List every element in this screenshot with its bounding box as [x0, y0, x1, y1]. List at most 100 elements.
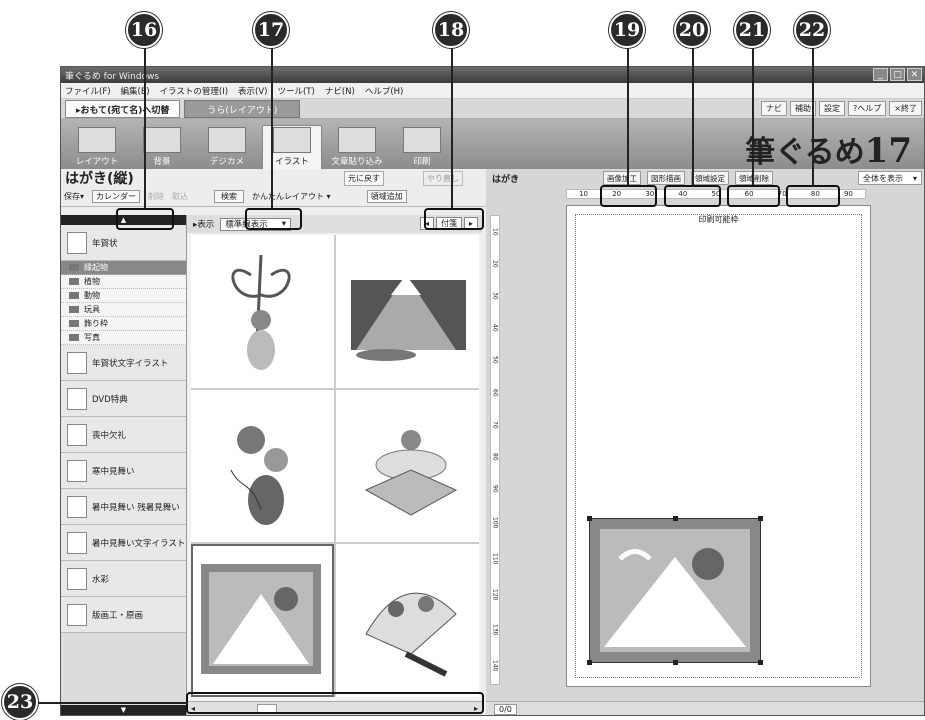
- subcategory-item[interactable]: 縁起物: [61, 261, 186, 275]
- add-region-button[interactable]: 領域追加: [366, 190, 407, 203]
- ribbon-layout[interactable]: レイアウト: [67, 125, 127, 169]
- subcategory-label: 動物: [84, 291, 100, 300]
- menu-illust[interactable]: イラストの管理(I): [160, 85, 228, 97]
- category-icon: [67, 423, 87, 446]
- easy-layout-button[interactable]: かんたんレイアウト ▾: [252, 191, 331, 202]
- card-type-title: はがき(縦): [65, 171, 134, 187]
- subcategory-item[interactable]: 玩具: [61, 303, 186, 317]
- highlight-calendar: [116, 208, 174, 230]
- import-button[interactable]: 取込: [172, 191, 188, 202]
- thumbnail-fuji-selected[interactable]: [191, 544, 334, 697]
- callout-23: 23: [2, 684, 38, 720]
- shape-draw-button[interactable]: 図形描画: [647, 171, 685, 185]
- vertical-ruler: 10 20 30 40 50 60 70 80 90 100 110 120 1…: [490, 215, 500, 685]
- thumbnail-kagami[interactable]: [336, 389, 479, 543]
- scroll-down-arrow[interactable]: ▼: [61, 705, 186, 715]
- category-item[interactable]: 喪中欠礼: [61, 417, 186, 453]
- menu-help[interactable]: ヘルプ(H): [365, 85, 404, 97]
- thumbnail-fuji-sunset[interactable]: [336, 235, 479, 388]
- navi-button[interactable]: ナビ: [761, 101, 788, 116]
- thumbnail-ornament[interactable]: [191, 235, 334, 388]
- status-bar: 0/0: [486, 701, 924, 715]
- ribbon-print[interactable]: 印刷: [392, 125, 452, 169]
- subcategory-item[interactable]: 写真: [61, 331, 186, 345]
- folder-icon: [69, 264, 79, 271]
- resize-handle[interactable]: [673, 660, 678, 665]
- logo-text: 筆ぐるめ: [745, 135, 865, 170]
- category-nengajo[interactable]: 年賀状: [61, 225, 186, 261]
- resize-handle[interactable]: [587, 660, 592, 665]
- subcategory-label: 飾り枠: [84, 319, 108, 328]
- highlight-image-edit: [600, 185, 657, 207]
- callout-leader: [752, 48, 754, 185]
- settings-button[interactable]: 設定: [819, 101, 846, 116]
- callout-leader: [812, 48, 814, 185]
- category-item[interactable]: 暑中見舞い文字イラスト: [61, 525, 186, 561]
- subcategory-item[interactable]: 飾り枠: [61, 317, 186, 331]
- ribbon-background[interactable]: 背景: [132, 125, 192, 169]
- background-icon: [143, 127, 181, 153]
- category-item[interactable]: DVD特典: [61, 381, 186, 417]
- zoom-select[interactable]: 全体を表示 ▾: [857, 171, 922, 185]
- category-item[interactable]: 水彩: [61, 561, 186, 597]
- ruler-tick: 90: [843, 190, 853, 198]
- app-window: 筆ぐるめ for Windows _ □ ✕ ファイル(F) 編集(E) イラス…: [60, 66, 925, 716]
- subcategory-label: 植物: [84, 277, 100, 286]
- ribbon-camera[interactable]: デジカメ: [197, 125, 257, 169]
- show-toggle[interactable]: ▸表示: [193, 218, 214, 230]
- ruler-tick: 90: [491, 484, 499, 493]
- help-button[interactable]: ?ヘルプ: [848, 101, 887, 116]
- left-toolbar: 保存▾ カレンダー 削除 取込 検索 かんたんレイアウト ▾ 領域追加: [61, 187, 486, 207]
- category-item[interactable]: 暑中見舞い 残暑見舞い: [61, 489, 186, 525]
- zoom-value: 全体を表示: [862, 173, 903, 183]
- region-delete-button[interactable]: 領域削除: [735, 171, 773, 185]
- calendar-button[interactable]: カレンダー: [92, 190, 141, 203]
- save-button[interactable]: 保存▾: [64, 191, 84, 202]
- thumbnail-flowers[interactable]: [191, 389, 334, 543]
- category-label: 喪中欠礼: [92, 430, 127, 441]
- resize-handle[interactable]: [673, 516, 678, 521]
- category-item[interactable]: 版画工・原画: [61, 597, 186, 633]
- category-item[interactable]: 寒中見舞い: [61, 453, 186, 489]
- maximize-icon[interactable]: □: [890, 68, 905, 81]
- menu-tools[interactable]: ツール(T): [277, 85, 314, 97]
- folder-icon: [69, 278, 79, 285]
- ruler-tick: 60: [491, 388, 499, 397]
- delete-button[interactable]: 削除: [148, 191, 164, 202]
- logo-version: 17: [864, 131, 912, 171]
- postcard-canvas[interactable]: 印刷可能枠: [566, 205, 871, 687]
- close-icon[interactable]: ✕: [907, 68, 922, 81]
- resize-handle[interactable]: [587, 516, 592, 521]
- subcategory-label: 縁起物: [84, 263, 108, 272]
- exit-button[interactable]: ×終了: [889, 101, 922, 116]
- subcategory-item[interactable]: 動物: [61, 289, 186, 303]
- resize-handle[interactable]: [758, 516, 763, 521]
- region-settings-button[interactable]: 領域設定: [691, 171, 729, 185]
- subcategory-item[interactable]: 植物: [61, 275, 186, 289]
- mode-tabs: ▸おもて(宛て名)へ切替 うら(レイアウト) ナビ 補助 設定 ?ヘルプ ×終了: [61, 99, 924, 119]
- category-item[interactable]: 年賀状文字イラスト: [61, 345, 186, 381]
- image-edit-button[interactable]: 画像加工: [603, 171, 641, 185]
- menu-view[interactable]: 表示(V): [238, 85, 267, 97]
- ribbon-text[interactable]: 文章貼り込み: [327, 125, 387, 169]
- text-icon: [338, 127, 376, 153]
- printable-label: 印刷可能枠: [698, 215, 739, 224]
- search-button[interactable]: 検索: [214, 190, 245, 203]
- tab-front[interactable]: ▸おもて(宛て名)へ切替: [65, 100, 181, 118]
- canvas-pane: はがき 画像加工 図形描画 領域設定 領域削除 全体を表示 ▾ 10 20 30 …: [486, 169, 924, 715]
- thumbnail-fan[interactable]: [336, 544, 479, 697]
- redo-button[interactable]: やり直し: [423, 171, 463, 186]
- category-icon: [67, 387, 87, 410]
- tab-back[interactable]: うら(レイアウト): [184, 100, 301, 118]
- callout-leader: [692, 48, 694, 185]
- placed-illustration[interactable]: [587, 516, 763, 665]
- highlight-scrollbar: [186, 692, 484, 714]
- folder-icon: [69, 320, 79, 327]
- undo-button[interactable]: 元に戻す: [344, 171, 384, 186]
- ruler-tick: 100: [491, 516, 499, 529]
- resize-handle[interactable]: [758, 660, 763, 665]
- category-label: 版画工・原画: [92, 610, 144, 621]
- menu-file[interactable]: ファイル(F): [65, 85, 111, 97]
- menu-navi[interactable]: ナビ(N): [325, 85, 355, 97]
- minimize-icon[interactable]: _: [873, 68, 888, 81]
